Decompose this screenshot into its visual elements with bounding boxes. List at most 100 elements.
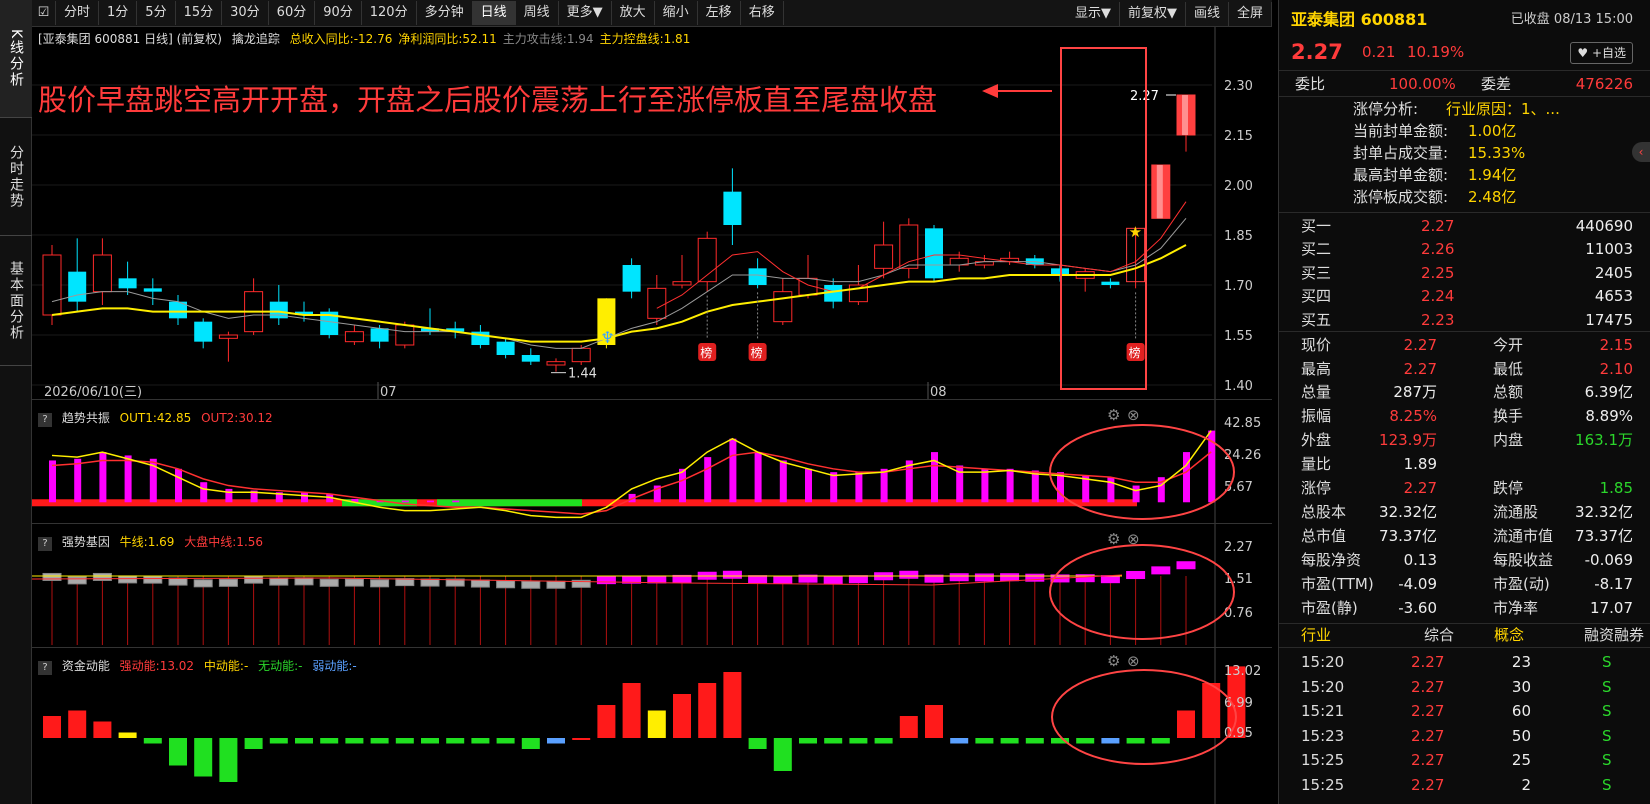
add-watchlist-button[interactable]: ♥ +自选 <box>1570 42 1633 64</box>
candle[interactable] <box>42 245 62 325</box>
gene-bar <box>470 579 490 588</box>
timeframe-button[interactable]: 左移 <box>698 1 741 25</box>
tick-side: S <box>1602 751 1612 769</box>
timeframe-button[interactable]: 周线 <box>516 1 559 25</box>
close-icon[interactable]: ⊗ <box>1127 530 1140 548</box>
candle[interactable] <box>672 255 692 289</box>
candle[interactable] <box>118 261 137 295</box>
weicha-value: 476226 <box>1575 75 1633 93</box>
candle[interactable] <box>92 238 112 305</box>
candle[interactable] <box>521 348 540 365</box>
toolbar-right-button[interactable]: 显示▼ <box>1067 1 1120 26</box>
candle[interactable] <box>320 308 339 339</box>
timeframe-button[interactable]: 分时 <box>56 1 100 25</box>
bid-row[interactable]: 买五 2.23 17475 <box>1279 308 1650 332</box>
stat-label: 最高 <box>1301 360 1332 378</box>
stat-label: 流通市值 <box>1493 527 1554 545</box>
candle[interactable] <box>169 295 187 325</box>
candle[interactable] <box>546 358 566 372</box>
panel4-header: ? 资金动能 强动能:13.02 中动能:- 无动能:- 弱动能:- <box>38 657 363 675</box>
candle[interactable] <box>421 308 439 335</box>
bang-marker[interactable]: 榜 <box>1126 292 1145 361</box>
timeframe-button[interactable]: 1分 <box>99 1 138 25</box>
timeframe-button[interactable]: 日线 <box>472 1 516 25</box>
toolbar-right-button[interactable]: 前复权▼ <box>1120 1 1186 26</box>
tick-side: S <box>1602 726 1612 745</box>
timeframe-button[interactable]: 15分 <box>176 1 223 25</box>
stat-value: 1.85 <box>1599 479 1633 497</box>
info-tab[interactable]: 概念 <box>1494 623 1524 647</box>
candle[interactable] <box>1151 164 1171 219</box>
bid-row[interactable]: 买一 2.27 440690 <box>1279 214 1650 238</box>
trend-bar <box>225 488 233 503</box>
candle[interactable] <box>194 318 213 349</box>
candle[interactable] <box>218 331 238 362</box>
timeframe-button[interactable]: 多分钟 <box>417 1 473 25</box>
candle[interactable] <box>496 338 515 359</box>
info-tab[interactable]: 综合 <box>1424 623 1454 647</box>
gene-bar <box>118 575 138 584</box>
timeframe-button[interactable]: 缩小 <box>655 1 698 25</box>
bid-row[interactable]: 买三 2.25 2405 <box>1279 261 1650 285</box>
vtab-fundamentals[interactable]: 基本面分析 <box>0 236 32 366</box>
gene-bar <box>67 576 87 585</box>
candle[interactable] <box>244 278 264 335</box>
candle[interactable] <box>798 255 818 299</box>
gear-icon[interactable]: ⚙ <box>1107 652 1120 670</box>
tick-volume: 25 <box>1511 751 1531 769</box>
candle[interactable] <box>1075 268 1095 292</box>
vtab-k-line[interactable]: K线分析 <box>0 0 32 118</box>
timeframe-button[interactable]: 5分 <box>137 1 176 25</box>
help-icon[interactable]: ? <box>38 661 52 675</box>
collapse-arrow-icon[interactable]: ‹ <box>1632 142 1650 162</box>
help-icon[interactable]: ? <box>38 537 52 551</box>
candle[interactable] <box>143 278 162 305</box>
timeframe-button[interactable]: 60分 <box>269 1 316 25</box>
timeframe-button[interactable]: 30分 <box>222 1 269 25</box>
candle[interactable] <box>697 231 717 292</box>
close-icon[interactable]: ⊗ <box>1127 406 1140 424</box>
candle[interactable] <box>874 221 894 279</box>
bid-row[interactable]: 买二 2.26 11003 <box>1279 237 1650 261</box>
momentum-bar <box>799 738 817 744</box>
candle[interactable] <box>269 285 288 325</box>
candle[interactable] <box>723 168 742 245</box>
candle[interactable] <box>925 225 943 282</box>
candle[interactable] <box>748 258 767 289</box>
candle[interactable] <box>344 325 364 345</box>
candle[interactable] <box>647 275 667 325</box>
stat-row: 总市值 73.37亿 流通市值 73.37亿 <box>1279 524 1650 548</box>
info-tab[interactable]: 行业 <box>1301 623 1331 647</box>
panel2-out2: OUT2:30.12 <box>201 411 273 425</box>
gear-icon[interactable]: ⚙ <box>1107 530 1120 548</box>
stat-label: 今开 <box>1493 336 1524 354</box>
toolbar-right-button[interactable]: 画线 <box>1186 1 1229 26</box>
timeframe-button[interactable]: 90分 <box>315 1 362 25</box>
momentum-bar <box>773 738 792 771</box>
heart-icon: ♥ <box>1577 46 1589 60</box>
bang-text: 榜 <box>1129 345 1141 360</box>
timeframe-button[interactable]: 右移 <box>741 1 784 25</box>
timeframe-button[interactable]: 放大 <box>612 1 655 25</box>
tick-volume: 23 <box>1511 653 1531 671</box>
timeframe-button[interactable]: 更多▼ <box>559 1 612 25</box>
candle[interactable] <box>899 218 919 279</box>
candle[interactable] <box>622 258 641 299</box>
candle[interactable] <box>68 238 87 312</box>
limit-row: 涨停分析: 行业原因：1、... <box>1279 98 1650 120</box>
help-icon[interactable]: ? <box>38 413 52 427</box>
bid-row[interactable]: 买四 2.24 4653 <box>1279 284 1650 308</box>
candle[interactable] <box>1176 94 1196 152</box>
bang-marker[interactable]: 榜 <box>698 295 717 361</box>
close-icon[interactable]: ⊗ <box>1127 652 1140 670</box>
info-tab[interactable]: 融资融券 <box>1584 623 1644 647</box>
gene-bar <box>647 575 667 584</box>
toolbar-right-button[interactable]: 全屏 <box>1229 1 1272 26</box>
candle[interactable] <box>1101 278 1120 289</box>
stat-value: -3.60 <box>1398 599 1437 617</box>
vtab-intraday[interactable]: 分时走势 <box>0 118 32 236</box>
timeframe-button[interactable]: 120分 <box>362 1 417 25</box>
gear-icon[interactable]: ⚙ <box>1107 406 1120 424</box>
checkbox-icon[interactable]: ☑ <box>32 1 56 25</box>
stat-label: 市净率 <box>1493 599 1539 617</box>
